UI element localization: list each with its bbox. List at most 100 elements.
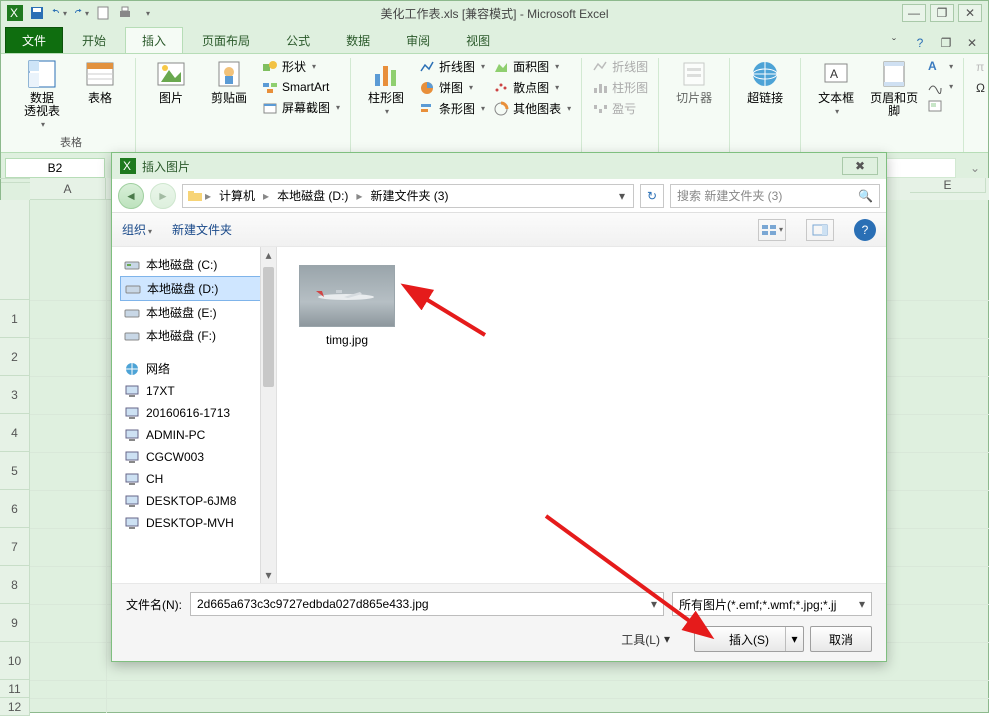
- organize-button[interactable]: 组织: [122, 221, 152, 238]
- sparkline-line-button[interactable]: 折线图: [592, 58, 648, 75]
- doc-close-icon[interactable]: ✕: [962, 33, 982, 53]
- tree-item-network-node[interactable]: DESKTOP-6JM8: [120, 490, 274, 512]
- column-chart-button[interactable]: 柱形图: [361, 58, 411, 116]
- tree-item-drive-f[interactable]: 本地磁盘 (F:): [120, 324, 274, 347]
- doc-restore-icon[interactable]: ❐: [936, 33, 956, 53]
- insert-dropdown-icon[interactable]: ▾: [785, 627, 803, 651]
- tree-item-network-node[interactable]: 17XT: [120, 380, 274, 402]
- signature-button[interactable]: [927, 78, 953, 94]
- redo-icon[interactable]: [73, 5, 89, 21]
- tree-item-drive-c[interactable]: 本地磁盘 (C:): [120, 253, 274, 276]
- scroll-thumb[interactable]: [263, 267, 274, 387]
- refresh-button[interactable]: ↻: [640, 184, 664, 208]
- shapes-button[interactable]: 形状: [262, 58, 340, 75]
- sparkline-column-button[interactable]: 柱形图: [592, 79, 648, 96]
- tools-button[interactable]: 工具(L)▾: [621, 631, 670, 648]
- close-button[interactable]: ✕: [958, 4, 982, 22]
- tab-data[interactable]: 数据: [329, 27, 387, 53]
- tab-pagelayout[interactable]: 页面布局: [185, 27, 267, 53]
- forward-button[interactable]: ►: [150, 183, 176, 209]
- row-header[interactable]: 6: [0, 490, 30, 528]
- wordart-button[interactable]: A: [927, 58, 953, 74]
- tree-scrollbar[interactable]: ▴ ▾: [260, 247, 276, 583]
- help-icon[interactable]: ?: [910, 33, 930, 53]
- row-header[interactable]: 4: [0, 414, 30, 452]
- undo-icon[interactable]: [51, 5, 67, 21]
- back-button[interactable]: ◄: [118, 183, 144, 209]
- search-icon[interactable]: 🔍: [858, 189, 873, 203]
- breadcrumb-bar[interactable]: ▸ 计算机 ▸ 本地磁盘 (D:) ▸ 新建文件夹 (3) ▾: [182, 184, 634, 208]
- equation-button[interactable]: π公式: [974, 58, 989, 75]
- row-header[interactable]: 9: [0, 604, 30, 642]
- tree-item-network[interactable]: 网络: [120, 357, 274, 380]
- tree-item-network-node[interactable]: CH: [120, 468, 274, 490]
- tab-view[interactable]: 视图: [449, 27, 507, 53]
- dialog-close-button[interactable]: ✖: [842, 157, 878, 175]
- area-chart-button[interactable]: 面积图: [493, 58, 571, 75]
- row-header[interactable]: 7: [0, 528, 30, 566]
- smartart-button[interactable]: SmartArt: [262, 79, 340, 95]
- tree-item-drive-e[interactable]: 本地磁盘 (E:): [120, 301, 274, 324]
- hyperlink-button[interactable]: 超链接: [740, 58, 790, 105]
- preview-pane-button[interactable]: [806, 219, 834, 241]
- textbox-button[interactable]: A 文本框: [811, 58, 861, 116]
- ribbon-minimize-icon[interactable]: ˇ: [884, 33, 904, 53]
- search-input[interactable]: 搜索 新建文件夹 (3) 🔍: [670, 184, 880, 208]
- row-header[interactable]: 1: [0, 300, 30, 338]
- sparkline-winloss-button[interactable]: 盈亏: [592, 100, 648, 117]
- tab-insert[interactable]: 插入: [125, 27, 183, 53]
- view-options-button[interactable]: [758, 219, 786, 241]
- breadcrumb-dropdown-icon[interactable]: ▾: [615, 189, 629, 203]
- picture-button[interactable]: 图片: [146, 58, 196, 105]
- minimize-button[interactable]: —: [902, 4, 926, 22]
- qat-customize-icon[interactable]: [139, 5, 155, 21]
- row-header[interactable]: 3: [0, 376, 30, 414]
- tree-item-network-node[interactable]: CGCW003: [120, 446, 274, 468]
- line-chart-button[interactable]: 折线图: [419, 58, 485, 75]
- row-header[interactable]: 2: [0, 338, 30, 376]
- new-icon[interactable]: [95, 5, 111, 21]
- file-filter-combo[interactable]: 所有图片(*.emf;*.wmf;*.jpg;*.jj: [672, 592, 872, 616]
- row-header[interactable]: 12: [0, 698, 30, 716]
- folder-tree[interactable]: 本地磁盘 (C:) 本地磁盘 (D:) 本地磁盘 (E:) 本地磁盘 (F:) …: [112, 247, 277, 583]
- row-header[interactable]: 11: [0, 680, 30, 698]
- tab-review[interactable]: 审阅: [389, 27, 447, 53]
- filename-input[interactable]: 2d665a673c3c9727edbda027d865e433.jpg▾: [190, 592, 664, 616]
- breadcrumb-computer[interactable]: 计算机: [213, 187, 261, 204]
- pivot-table-button[interactable]: 数据 透视表: [17, 58, 67, 129]
- header-footer-button[interactable]: 页眉和页脚: [869, 58, 919, 118]
- row-header[interactable]: 8: [0, 566, 30, 604]
- print-icon[interactable]: [117, 5, 133, 21]
- tree-item-network-node[interactable]: DESKTOP-MVH: [120, 512, 274, 534]
- expand-formula-icon[interactable]: ⌄: [962, 161, 988, 175]
- bar-chart-button[interactable]: 条形图: [419, 100, 485, 117]
- screenshot-button[interactable]: 屏幕截图: [262, 99, 340, 116]
- tree-item-network-node[interactable]: ADMIN-PC: [120, 424, 274, 446]
- row-header[interactable]: 5: [0, 452, 30, 490]
- pie-chart-button[interactable]: 饼图: [419, 79, 485, 96]
- slicer-button[interactable]: 切片器: [669, 58, 719, 105]
- breadcrumb-drive[interactable]: 本地磁盘 (D:): [271, 187, 354, 204]
- restore-button[interactable]: ❐: [930, 4, 954, 22]
- tree-item-drive-d[interactable]: 本地磁盘 (D:): [120, 276, 274, 301]
- new-folder-button[interactable]: 新建文件夹: [172, 221, 232, 238]
- clipart-button[interactable]: 剪贴画: [204, 58, 254, 105]
- symbol-button[interactable]: Ω符号: [974, 79, 989, 96]
- cancel-button[interactable]: 取消: [810, 626, 872, 652]
- other-chart-button[interactable]: 其他图表: [493, 100, 571, 117]
- file-list[interactable]: timg.jpg: [277, 247, 886, 583]
- name-box[interactable]: B2: [5, 158, 105, 178]
- tab-formulas[interactable]: 公式: [269, 27, 327, 53]
- insert-button[interactable]: 插入(S)▾: [694, 626, 804, 652]
- tab-file[interactable]: 文件: [5, 27, 63, 53]
- scroll-down-icon[interactable]: ▾: [261, 567, 276, 583]
- scroll-up-icon[interactable]: ▴: [261, 247, 276, 263]
- breadcrumb-folder[interactable]: 新建文件夹 (3): [364, 187, 454, 204]
- table-button[interactable]: 表格: [75, 58, 125, 105]
- object-button[interactable]: [927, 98, 953, 114]
- file-thumb[interactable]: timg.jpg: [297, 265, 397, 347]
- col-header[interactable]: A: [30, 178, 106, 200]
- dialog-titlebar[interactable]: X 插入图片 ✖: [112, 153, 886, 179]
- select-all-corner[interactable]: [0, 178, 30, 179]
- col-header[interactable]: E: [910, 178, 986, 193]
